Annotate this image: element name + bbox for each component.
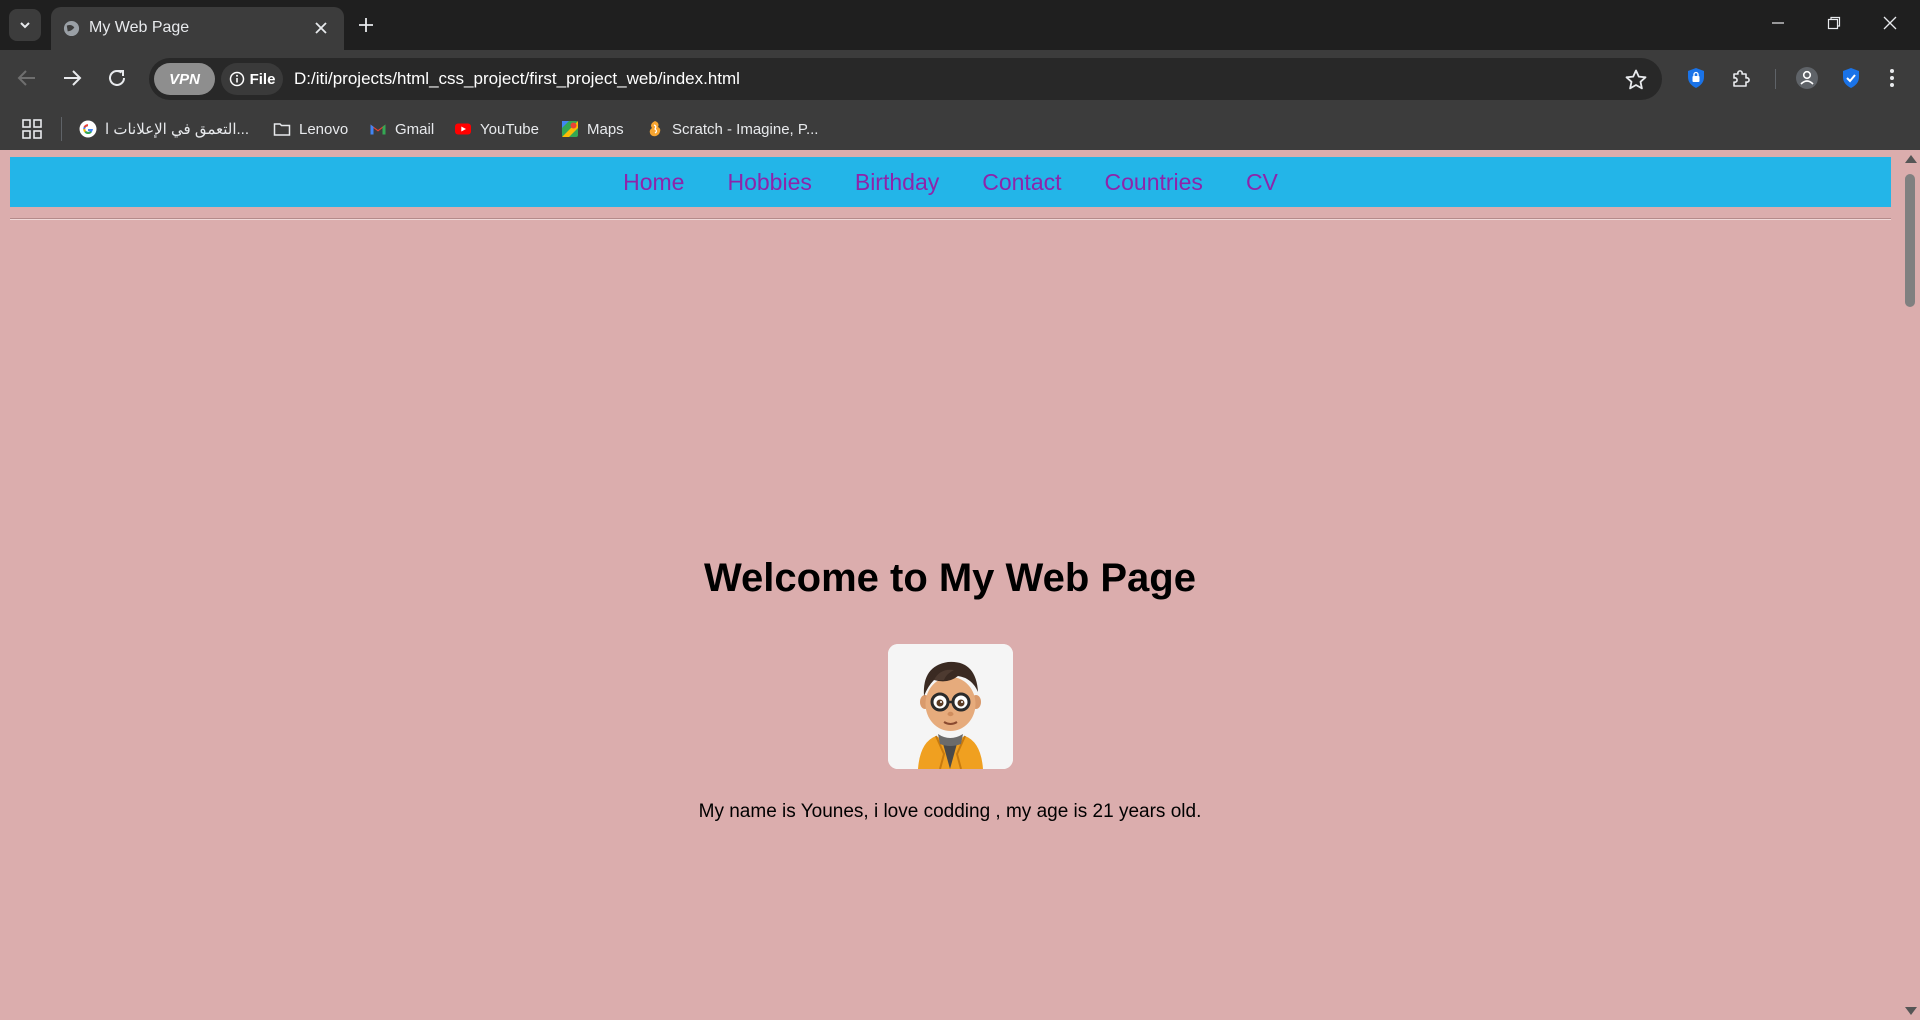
bookmark-gmail[interactable]: Gmail: [369, 115, 434, 143]
bookmark-scratch[interactable]: Scratch - Imagine, P...: [646, 115, 818, 143]
folder-icon: [273, 123, 291, 136]
new-tab-button[interactable]: [353, 12, 379, 38]
page-viewport: Home Hobbies Birthday Contact Countries …: [0, 150, 1920, 1020]
arrow-left-icon: [17, 70, 35, 86]
site-info-chip[interactable]: File: [221, 63, 283, 95]
security-shield-icon[interactable]: [1836, 63, 1866, 93]
tab-title: My Web Page: [89, 19, 190, 36]
scroll-down-arrow[interactable]: [1905, 1007, 1917, 1015]
plus-icon: [359, 18, 373, 32]
scratch-icon: [649, 121, 661, 137]
apps-grid-icon[interactable]: [21, 118, 43, 140]
youtube-icon: [455, 123, 471, 135]
reload-button[interactable]: [100, 61, 134, 95]
nav-link-cv[interactable]: CV: [1246, 169, 1278, 196]
close-window-button[interactable]: [1862, 0, 1918, 46]
restore-button[interactable]: [1806, 0, 1862, 46]
back-button[interactable]: [10, 61, 44, 95]
scroll-up-arrow[interactable]: [1905, 155, 1917, 163]
bookmark-lenovo[interactable]: Lenovo: [273, 115, 348, 143]
nav-link-birthday[interactable]: Birthday: [855, 169, 939, 196]
nav-link-hobbies[interactable]: Hobbies: [727, 169, 811, 196]
gmail-icon: [370, 124, 386, 135]
tab-strip: My Web Page: [0, 0, 1920, 50]
nav-link-countries[interactable]: Countries: [1105, 169, 1203, 196]
nav-link-home[interactable]: Home: [623, 169, 684, 196]
toolbar-divider: [1775, 69, 1776, 89]
bookmark-maps[interactable]: Maps: [561, 115, 624, 143]
bookmark-youtube[interactable]: YouTube: [454, 115, 539, 143]
vpn-chip[interactable]: VPN: [154, 63, 215, 95]
nav-link-contact[interactable]: Contact: [982, 169, 1061, 196]
profile-picture: [888, 644, 1013, 769]
page-title: Welcome to My Web Page: [704, 556, 1196, 600]
maps-icon: [562, 121, 578, 137]
active-tab[interactable]: My Web Page: [51, 7, 344, 50]
reload-icon: [109, 69, 125, 86]
browser-toolbar: VPN File D:/iti/projects/html_css_projec…: [0, 50, 1920, 107]
scrollbar-thumb[interactable]: [1905, 174, 1915, 307]
tab-close-icon[interactable]: [310, 17, 332, 39]
bookmark-google-ads[interactable]: التعمق في الإعلانات ا...: [79, 115, 249, 143]
globe-icon: [63, 20, 80, 37]
address-bar[interactable]: VPN File D:/iti/projects/html_css_projec…: [149, 58, 1662, 100]
arrow-right-icon: [64, 70, 82, 86]
minimize-icon: [1772, 22, 1784, 24]
bookmarks-divider: [61, 117, 62, 141]
chevron-down-icon: [20, 22, 30, 29]
bookmarks-bar: التعمق في الإعلانات ا... Lenovo Gmail Yo…: [0, 107, 1920, 150]
person-icon: [1796, 67, 1818, 89]
info-icon: [229, 71, 244, 87]
google-icon: [79, 120, 97, 138]
minimize-button[interactable]: [1750, 0, 1806, 46]
tab-search-button[interactable]: [9, 9, 41, 41]
profile-avatar[interactable]: [1792, 63, 1822, 93]
menu-kebab-icon[interactable]: [1877, 63, 1907, 93]
extensions-icon[interactable]: [1726, 63, 1756, 93]
star-icon[interactable]: [1624, 68, 1648, 92]
horizontal-rule: [10, 218, 1891, 220]
close-icon: [1883, 16, 1897, 30]
forward-button[interactable]: [55, 61, 89, 95]
bio-text: My name is Younes, i love codding , my a…: [698, 801, 1202, 822]
restore-icon: [1827, 16, 1841, 30]
url-text[interactable]: D:/iti/projects/html_css_project/first_p…: [294, 69, 740, 89]
password-manager-icon[interactable]: [1681, 63, 1711, 93]
site-navbar: Home Hobbies Birthday Contact Countries …: [10, 157, 1891, 207]
vertical-scrollbar[interactable]: [1901, 150, 1920, 1020]
